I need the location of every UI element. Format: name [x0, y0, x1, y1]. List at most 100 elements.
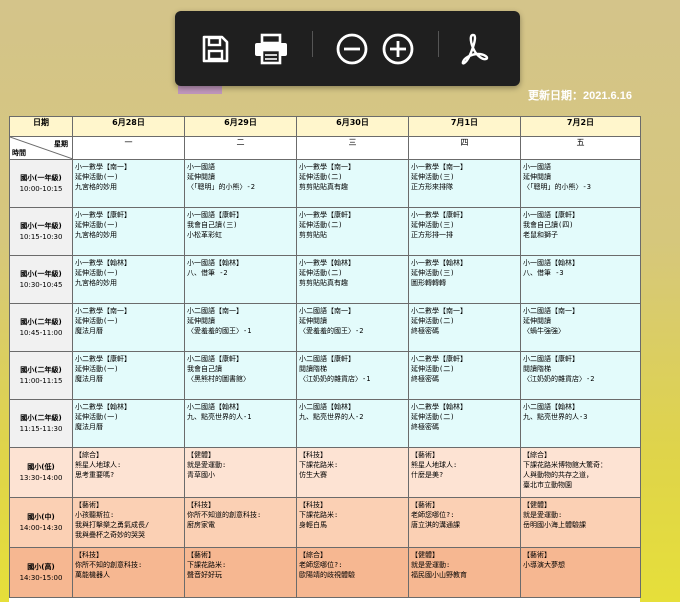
time-range: 10:45-11:00: [19, 328, 63, 337]
time-range: 14:00-14:30: [19, 523, 63, 532]
schedule-table: 日期 6月28日 6月29日 6月30日 7月1日 7月2日 星期 時間 一 二…: [9, 116, 641, 598]
schedule-panel: 日期 6月28日 6月29日 6月30日 7月1日 7月2日 星期 時間 一 二…: [9, 116, 641, 602]
grade-label: 國小(一年級): [20, 173, 62, 182]
lesson-line: 我會自己讀(三): [187, 221, 238, 229]
lesson-line: 身輕白馬: [299, 521, 327, 529]
lesson-line: 延伸活動(三): [411, 173, 455, 181]
open-pdf-button[interactable]: [454, 29, 494, 69]
time-range: 10:30-10:45: [19, 280, 63, 289]
zoom-in-button[interactable]: [378, 29, 418, 69]
lesson-line: 小二數學【康軒】: [75, 355, 131, 363]
lesson-line: 【健體】: [523, 501, 551, 509]
time-slot-cell: 國小(中) 14:00-14:30: [9, 497, 73, 548]
lesson-line: 九、點亮世界的人-3: [523, 413, 588, 421]
lesson-line: 小松革彩虹: [187, 231, 222, 239]
lesson-line: 延伸活動(一): [75, 365, 119, 373]
grade-label: 國小(一年級): [20, 221, 62, 230]
time-range: 11:15-11:30: [19, 424, 63, 433]
lesson-cell: 【藝術】 小孩聽斯拉: 我與打擊樂之勇氣成長/我與疊杯之奇妙的哭哭: [72, 497, 185, 548]
lesson-line: 〈愛羞羞的國王〉-1: [187, 327, 252, 335]
lesson-line: 【綜合】: [299, 551, 327, 559]
weekday-header: 二: [184, 136, 297, 160]
lesson-line: 岳明國小海上體驗課: [523, 521, 586, 529]
update-date: 更新日期：2021.6.16: [528, 90, 632, 102]
schedule-row: 國小(中) 14:00-14:30 【藝術】 小孩聽斯拉: 我與打擊樂之勇氣成長/我與疊…: [9, 497, 641, 548]
lesson-cell: 【藝術】 熊星人地球人: 什麼是美?: [408, 447, 521, 498]
lesson-line: 〈江奶奶的雜貨店〉-1: [299, 375, 371, 383]
lesson-cell: 小一數學【南一】 延伸活動(一) 九宮格的妙用: [72, 159, 185, 208]
lesson-line: 熊星人地球人:: [75, 461, 122, 469]
zoom-out-button[interactable]: [332, 29, 372, 69]
lesson-line: 〈愛羞羞的國王〉-2: [299, 327, 364, 335]
lesson-cell: 小一國語 延伸閱讀 〈「聰明」的小熊〉-3: [520, 159, 641, 208]
lesson-line: 小二數學【翰林】: [411, 403, 467, 411]
zoom-in-icon: [382, 33, 414, 65]
grade-label: 國小(中): [27, 512, 55, 521]
lesson-line: 小二數學【南一】: [75, 307, 131, 315]
lesson-line: 你所不知道的創意科技:: [187, 511, 262, 519]
lesson-line: 小二數學【南一】: [411, 307, 467, 315]
lesson-line: 小孩聽斯拉:: [75, 511, 115, 519]
print-button[interactable]: [251, 29, 291, 69]
lesson-line: 小二國語【南一】: [187, 307, 243, 315]
lesson-line: 八、借筆 -3: [523, 269, 564, 277]
lesson-line: 九宮格的妙用: [75, 231, 117, 239]
lesson-line: 思考重要嗎?: [75, 471, 115, 479]
toolbar-separator: [438, 31, 439, 57]
weekday-header: 四: [408, 136, 521, 160]
pdf-toolbar: [175, 11, 520, 86]
lesson-cell: 小一數學【康軒】 延伸活動(三) 正方形排一排: [408, 207, 521, 256]
lesson-cell: 小二數學【康軒】 延伸活動(一) 魔法月曆: [72, 351, 185, 400]
lesson-cell: 【科技】 下課花路米: 仿生大賽: [296, 447, 409, 498]
lesson-line: 小一國語: [187, 163, 215, 171]
lesson-line: 閱讀階梯: [299, 365, 327, 373]
lesson-line: 延伸活動(二): [299, 173, 343, 181]
lesson-line: 小二國語【翰林】: [299, 403, 355, 411]
lesson-line: 就是愛運動:: [187, 461, 227, 469]
schedule-row: 國小(高) 14:30-15:00 【科技】 你所不知的創意科技: 萬能機器人 【藝術】下…: [9, 547, 641, 598]
lesson-line: 延伸活動(一): [75, 173, 119, 181]
lesson-cell: 小一國語【翰林】 八、借筆 -3: [520, 255, 641, 304]
zoom-out-icon: [336, 33, 368, 65]
lesson-cell: 小二國語【康軒】 閱讀階梯 〈江奶奶的雜貨店〉-2: [520, 351, 641, 400]
lesson-line: 唐立淇的溝通課: [411, 521, 460, 529]
time-slot-cell: 國小(一年級) 10:15-10:30: [9, 207, 73, 256]
lesson-line: 小二國語【翰林】: [187, 403, 243, 411]
lesson-line: 延伸活動(二): [411, 317, 455, 325]
lesson-line: 我會自己讀: [187, 365, 222, 373]
grade-label: 國小(二年級): [20, 413, 62, 422]
lesson-cell: 小二數學【康軒】 延伸活動(二) 終極密碼: [408, 351, 521, 400]
schedule-row: 國小(二年級) 10:45-11:00 小二數學【南一】 延伸活動(一) 魔法月曆 小二國…: [9, 303, 641, 352]
lesson-line: 閱讀階梯: [523, 365, 551, 373]
lesson-line: 【科技】: [299, 501, 327, 509]
lesson-line: 延伸活動(三): [411, 269, 455, 277]
lesson-line: 【健體】: [411, 551, 439, 559]
save-icon: [202, 35, 229, 63]
weekday-label: 星期: [54, 140, 68, 148]
lesson-cell: 【藝術】 老師您哪位?: 唐立淇的溝通課: [408, 497, 521, 548]
lesson-cell: 【健體】 就是愛運動: 福民國小山野教育: [408, 547, 521, 598]
lesson-line: 歐陽靖的歧視體驗: [299, 571, 355, 579]
lesson-cell: 小二數學【南一】 延伸活動(二) 終極密碼: [408, 303, 521, 352]
lesson-cell: 【綜合】 熊星人地球人: 思考重要嗎?: [72, 447, 185, 498]
lesson-cell: 小二國語【南一】 延伸閱讀 〈愛羞羞的國王〉-2: [296, 303, 409, 352]
lesson-cell: 小一國語 延伸閱讀 〈「聰明」的小熊〉-2: [184, 159, 297, 208]
lesson-cell: 【綜合】 老師您哪位?: 歐陽靖的歧視體驗: [296, 547, 409, 598]
lesson-line: 小一數學【南一】: [299, 163, 355, 171]
lesson-line: 小一國語【翰林】: [187, 259, 243, 267]
lesson-cell: 小一數學【康軒】 延伸活動(二) 剪剪貼貼: [296, 207, 409, 256]
lesson-line: 下課花路米:: [299, 461, 339, 469]
lesson-line: 延伸活動(一): [75, 221, 119, 229]
lesson-line: 【藝術】: [187, 551, 215, 559]
lesson-line: 剪剪貼貼: [299, 231, 327, 239]
lesson-line: 我與打擊樂之勇氣成長/: [75, 521, 150, 529]
lesson-line: 【健體】: [187, 451, 215, 459]
lesson-line: 我會自己讀(四): [523, 221, 574, 229]
lesson-line: 下課花路米博物館大驚奇：: [523, 461, 607, 469]
date-header-row: 日期 6月28日 6月29日 6月30日 7月1日 7月2日: [9, 116, 641, 137]
time-range: 14:30-15:00: [19, 573, 63, 582]
lesson-line: 小一數學【翰林】: [299, 259, 355, 267]
lesson-line: 熊星人地球人:: [411, 461, 458, 469]
lesson-line: 延伸活動(二): [299, 221, 343, 229]
save-button[interactable]: [195, 29, 235, 69]
